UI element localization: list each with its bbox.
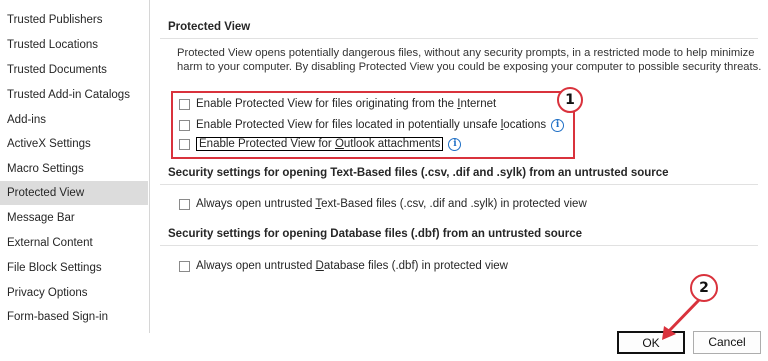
protected-view-description: Protected View opens potentially dangero… — [177, 47, 762, 73]
section-divider — [160, 184, 758, 185]
annotation-badge-1: 1 — [557, 87, 583, 113]
section-divider — [160, 38, 758, 39]
sidebar-item-file-block-settings[interactable]: File Block Settings — [0, 256, 148, 280]
sidebar-item-message-bar[interactable]: Message Bar — [0, 206, 148, 230]
sidebar-item-trusted-add-in-catalogs[interactable]: Trusted Add-in Catalogs — [0, 83, 148, 107]
sidebar-item-activex-settings[interactable]: ActiveX Settings — [0, 132, 148, 156]
ok-button[interactable]: OK — [617, 331, 685, 354]
sidebar: Trusted Publishers Trusted Locations Tru… — [0, 0, 150, 333]
option-text-based-files[interactable]: Always open untrusted Text-Based files (… — [179, 196, 587, 212]
section-divider — [160, 245, 758, 246]
checkbox-text-based-files[interactable] — [179, 198, 190, 210]
text-files-section-title: Security settings for opening Text-Based… — [168, 167, 669, 179]
sidebar-item-external-content[interactable]: External Content — [0, 231, 148, 255]
sidebar-item-trusted-publishers[interactable]: Trusted Publishers — [0, 8, 148, 32]
checkbox-database-files[interactable] — [179, 260, 190, 272]
sidebar-item-add-ins[interactable]: Add-ins — [0, 108, 148, 132]
database-files-section-title: Security settings for opening Database f… — [168, 228, 583, 240]
option-database-files[interactable]: Always open untrusted Database files (.d… — [179, 258, 508, 274]
sidebar-item-form-based-sign-in[interactable]: Form-based Sign-in — [0, 305, 148, 329]
sidebar-item-trusted-locations[interactable]: Trusted Locations — [0, 33, 148, 57]
sidebar-item-protected-view[interactable]: Protected View — [0, 181, 148, 205]
sidebar-item-privacy-options[interactable]: Privacy Options — [0, 281, 148, 305]
sidebar-item-macro-settings[interactable]: Macro Settings — [0, 157, 148, 181]
option-label: Always open untrusted Database files (.d… — [196, 260, 508, 272]
cancel-button[interactable]: Cancel — [693, 331, 761, 354]
option-label: Always open untrusted Text-Based files (… — [196, 198, 587, 210]
highlight-box — [171, 91, 575, 159]
annotation-badge-2: 2 — [690, 274, 718, 302]
protected-view-title: Protected View — [168, 21, 251, 33]
sidebar-item-trusted-documents[interactable]: Trusted Documents — [0, 58, 148, 82]
